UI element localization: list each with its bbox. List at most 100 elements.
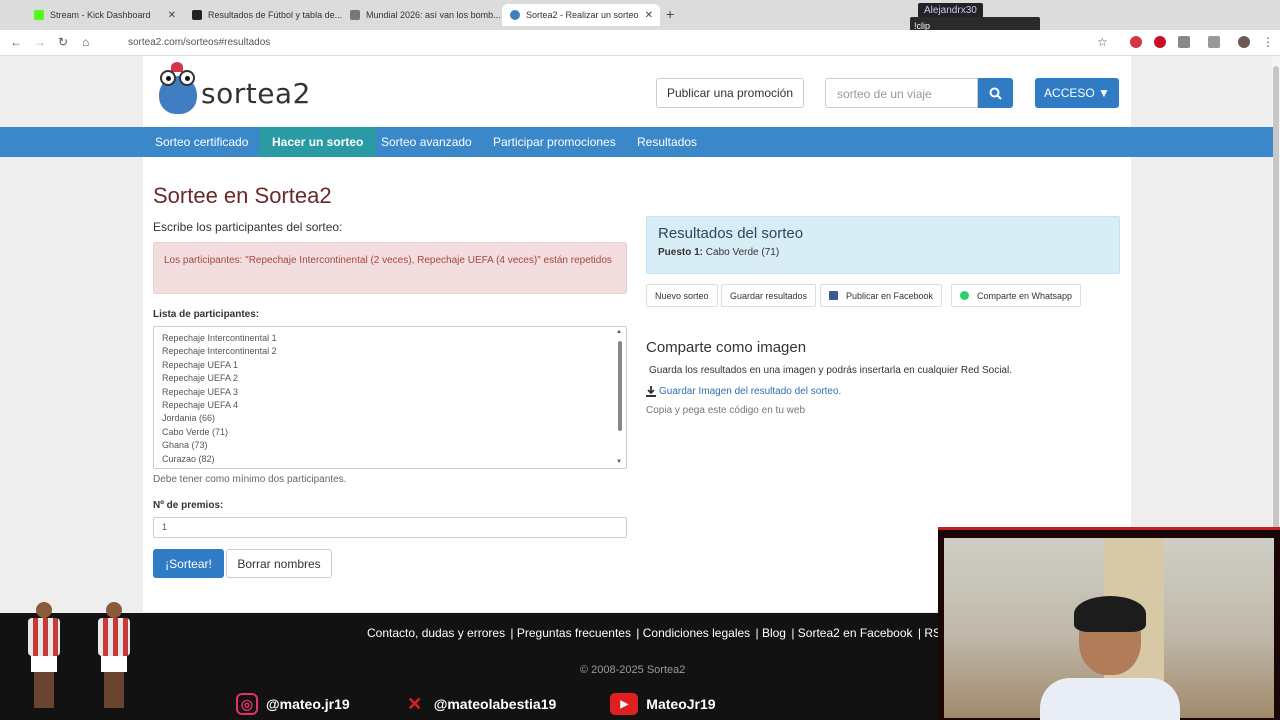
duplicate-alert: Los participantes: "Repechaje Interconti… <box>153 242 627 294</box>
embed-code-label: Copia y pega este código en tu web <box>646 405 805 416</box>
url-field[interactable]: sortea2.com/sorteos#resultados <box>108 34 1108 52</box>
facebook-share-button[interactable]: Publicar en Facebook <box>820 284 943 307</box>
save-results-button[interactable]: Guardar resultados <box>721 284 817 307</box>
search-button[interactable] <box>978 78 1013 108</box>
textarea-scroll-thumb[interactable] <box>618 341 622 431</box>
nav-promotions[interactable]: Participar promociones <box>480 127 629 157</box>
browser-tab-kick[interactable]: Stream - Kick Dashboard ✕ <box>26 4 184 26</box>
access-button[interactable]: ACCESO ▼ <box>1035 78 1119 108</box>
nav-results[interactable]: Resultados <box>624 127 710 157</box>
new-draw-button[interactable]: Nuevo sorteo <box>646 284 718 307</box>
participant-line: Curazao (82) <box>162 453 215 464</box>
participant-line: Repechaje UEFA 4 <box>162 399 239 410</box>
participant-line: Repechaje Intercontinental 2 <box>162 346 277 357</box>
button-label: Publicar en Facebook <box>846 290 934 301</box>
menu-dots-icon[interactable]: ⋮ <box>1262 35 1274 49</box>
extension-icon[interactable] <box>1130 36 1142 48</box>
footer-link-facebook[interactable]: Sortea2 en Facebook <box>798 626 913 640</box>
instagram-handle: ◎ @mateo.jr19 <box>236 693 350 715</box>
whatsapp-share-button[interactable]: Comparte en Whatsapp <box>951 284 1082 307</box>
results-panel: Resultados del sorteo Puesto 1: Cabo Ver… <box>646 216 1120 274</box>
browser-tabbar: Stream - Kick Dashboard ✕ Resultados de … <box>0 0 1280 36</box>
tab-title: Stream - Kick Dashboard <box>50 10 151 20</box>
youtube-icon: ▶ <box>610 693 639 715</box>
textarea-scrollbar[interactable]: ▲ ▼ <box>616 329 624 465</box>
prizes-label: Nº de premios: <box>153 500 224 511</box>
youtube-handle: ▶ MateoJr19 <box>610 693 716 715</box>
new-tab-button[interactable]: + <box>666 6 674 22</box>
main-nav: Sorteo certificado Hacer un sorteo Sorte… <box>0 127 1273 157</box>
url-text: sortea2.com/sorteos#resultados <box>128 37 271 48</box>
kick-icon <box>34 10 44 20</box>
participants-help: Debe tener como mínimo dos participantes… <box>153 474 347 485</box>
x-text: @mateolabestia19 <box>433 696 557 712</box>
search-input[interactable]: sorteo de un viaje <box>825 78 978 108</box>
close-icon[interactable]: ✕ <box>639 10 653 21</box>
participant-line: Ghana (73) <box>162 440 208 451</box>
tab-title: Resultados de Fútbol y tabla de... <box>208 10 342 20</box>
player-figure <box>92 602 136 712</box>
stream-user-badge: Alejandrx30 <box>918 3 983 18</box>
participant-line: Repechaje UEFA 2 <box>162 373 239 384</box>
players-overlay <box>0 594 170 712</box>
browser-tab-resultados[interactable]: Resultados de Fútbol y tabla de... ✕ <box>184 4 342 26</box>
close-icon[interactable]: ✕ <box>162 10 176 21</box>
button-label: Comparte en Whatsapp <box>977 290 1073 301</box>
result-place-label: Puesto 1: <box>658 247 704 258</box>
footer-link-blog[interactable]: Blog <box>762 626 786 640</box>
draw-button[interactable]: ¡Sortear! <box>153 549 224 578</box>
whatsapp-icon <box>960 291 969 300</box>
webcam-feed <box>944 538 1274 720</box>
browser-tab-sortea2[interactable]: Sortea2 - Realizar un sorteo ✕ <box>502 4 660 26</box>
footer-link-faq[interactable]: Preguntas frecuentes <box>517 626 631 640</box>
site-icon <box>350 10 360 20</box>
participants-label: Lista de participantes: <box>153 309 260 320</box>
participants-textarea[interactable]: Repechaje Intercontinental 1 Repechaje I… <box>153 326 627 469</box>
share-image-title: Comparte como imagen <box>646 339 807 356</box>
nav-advanced-draw[interactable]: Sorteo avanzado <box>368 127 485 157</box>
profile-avatar-icon[interactable] <box>1238 36 1250 48</box>
x-icon: ✕ <box>407 693 423 714</box>
instagram-text: @mateo.jr19 <box>266 696 350 712</box>
nav-make-draw[interactable]: Hacer un sorteo <box>259 127 377 157</box>
scroll-down-icon[interactable]: ▼ <box>616 459 622 465</box>
puzzle-icon[interactable] <box>1178 36 1190 48</box>
button-label: Nuevo sorteo <box>655 290 709 301</box>
tab-title: Mundial 2026: así van los bomb... <box>366 10 500 20</box>
home-icon[interactable]: ⌂ <box>82 35 89 49</box>
x-handle: ✕ @mateolabestia19 <box>404 693 557 715</box>
reload-icon[interactable]: ↻ <box>58 35 68 49</box>
sortea2-icon <box>510 10 520 20</box>
participant-line: Jordania (66) <box>162 413 216 424</box>
player-figure <box>22 602 66 712</box>
page-title: Sortee en Sortea2 <box>153 183 332 208</box>
forward-icon[interactable]: → <box>34 35 46 49</box>
youtube-text: MateoJr19 <box>646 696 716 712</box>
prizes-input[interactable]: 1 <box>153 517 627 538</box>
facebook-icon <box>829 291 838 300</box>
nav-certified-draw[interactable]: Sorteo certificado <box>142 127 261 157</box>
participant-line: Repechaje UEFA 3 <box>162 386 239 397</box>
browser-tab-mundial[interactable]: Mundial 2026: así van los bomb... ✕ <box>342 4 500 26</box>
footer-link-contact[interactable]: Contacto, dudas y errores <box>367 626 505 640</box>
mascot-logo-icon <box>155 62 201 114</box>
footer-link-legal[interactable]: Condiciones legales <box>643 626 750 640</box>
webcam-overlay <box>938 527 1280 720</box>
opera-icon[interactable] <box>1154 36 1166 48</box>
result-row: Puesto 1: Cabo Verde (71) <box>658 247 1108 258</box>
participant-line: Repechaje Intercontinental 1 <box>162 333 277 343</box>
clear-names-button[interactable]: Borrar nombres <box>226 549 332 578</box>
scroll-up-icon[interactable]: ▲ <box>616 329 622 335</box>
site-logo[interactable]: sortea2 <box>155 62 311 114</box>
back-icon[interactable]: ← <box>10 35 22 49</box>
bookmark-star-icon[interactable]: ☆ <box>1097 35 1108 49</box>
site-icon <box>192 10 202 20</box>
tab-title: Sortea2 - Realizar un sorteo <box>526 10 639 20</box>
footer-links: Contacto, dudas y errores | Preguntas fr… <box>367 626 950 640</box>
participant-line: Repechaje UEFA 1 <box>162 359 239 370</box>
save-image-link[interactable]: Guardar Imagen del resultado del sorteo. <box>646 386 841 397</box>
publish-promotion-button[interactable]: Publicar una promoción <box>656 78 804 108</box>
site-header: sortea2 Publicar una promoción sorteo de… <box>143 56 1131 127</box>
sidebar-icon[interactable] <box>1208 36 1220 48</box>
logo-text: sortea2 <box>201 77 311 110</box>
